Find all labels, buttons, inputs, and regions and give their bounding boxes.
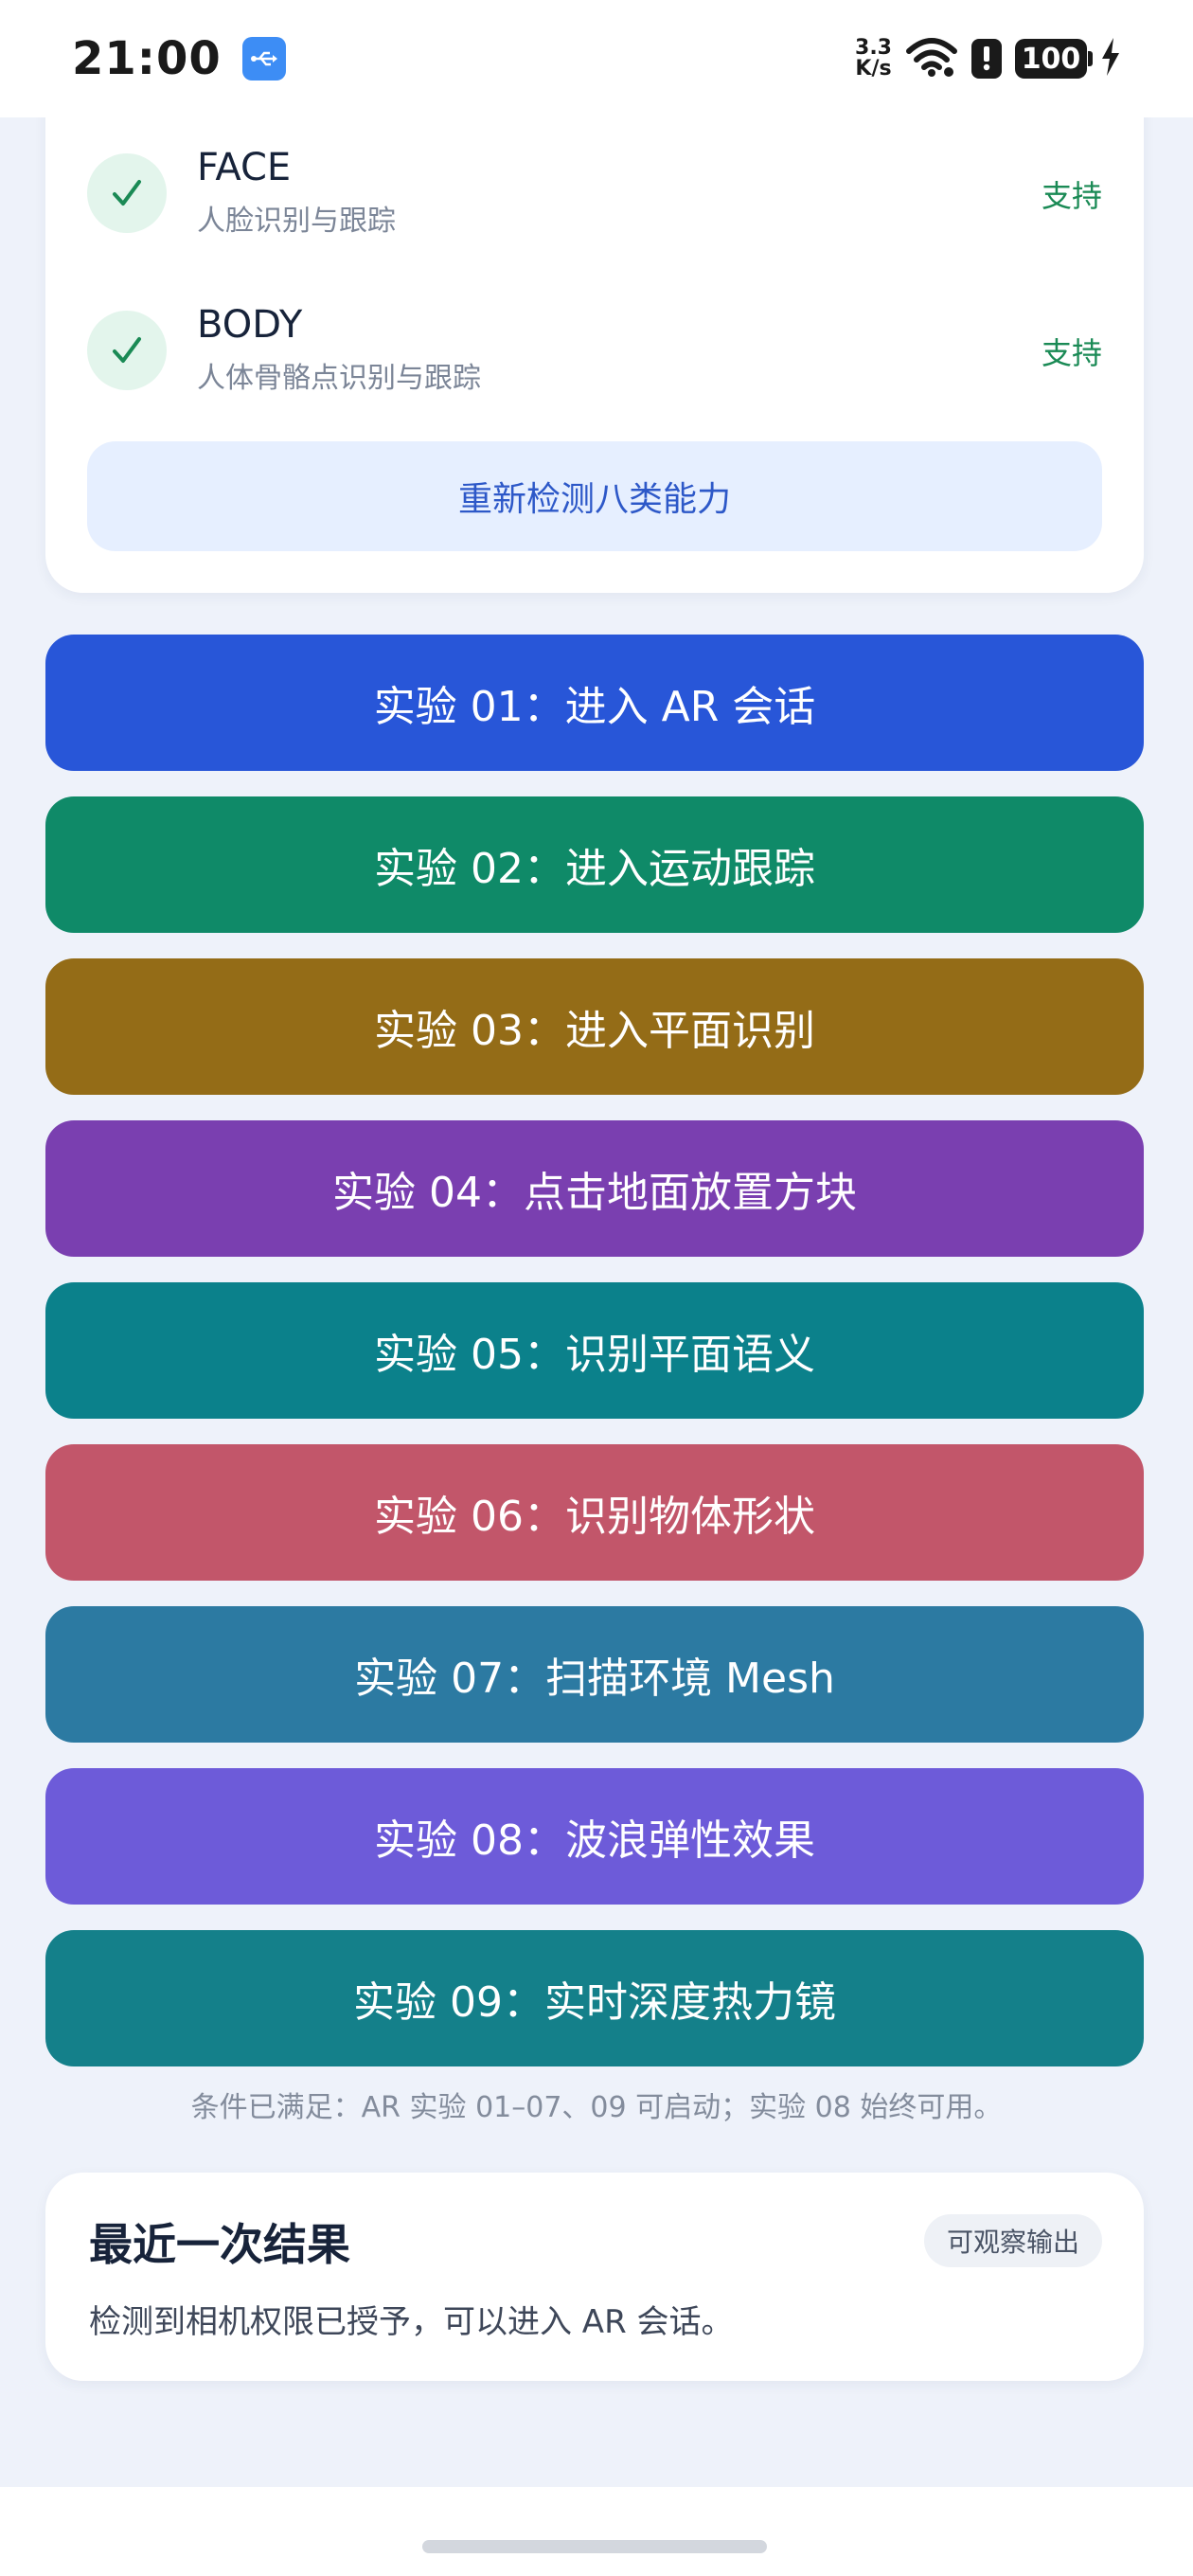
experiment-02-button[interactable]: 实验 02：进入运动跟踪: [45, 796, 1144, 933]
network-speed-value: 3.3: [855, 36, 892, 60]
check-icon: [87, 153, 167, 233]
network-speed: 3.3 K/s: [855, 38, 892, 80]
capability-row-face: FACE 人脸识别与跟踪 支持: [87, 142, 1102, 246]
capability-name: FACE: [197, 146, 292, 189]
experiment-05-button[interactable]: 实验 05：识别平面语义: [45, 1282, 1144, 1419]
home-indicator[interactable]: [422, 2540, 767, 2553]
capability-desc: 人脸识别与跟踪: [197, 205, 396, 238]
app-screen: 21:00 3.3 K/s 100 FACE 人脸识别与跟踪 支持 BODY 人…: [0, 0, 1193, 2576]
status-bar: 21:00 3.3 K/s 100: [0, 0, 1193, 117]
experiment-08-button[interactable]: 实验 08：波浪弹性效果: [45, 1768, 1144, 1905]
alert-icon: [971, 39, 1002, 79]
latest-result-card: 最近一次结果 可观察输出 检测到相机权限已授予，可以进入 AR 会话。: [45, 2173, 1144, 2381]
capability-desc: 人体骨骼点识别与跟踪: [197, 362, 481, 395]
experiment-09-button[interactable]: 实验 09：实时深度热力镜: [45, 1930, 1144, 2066]
experiment-01-button[interactable]: 实验 01：进入 AR 会话: [45, 635, 1144, 771]
capability-status: 支持: [1041, 178, 1102, 214]
experiment-03-button[interactable]: 实验 03：进入平面识别: [45, 958, 1144, 1095]
availability-hint: 条件已满足：AR 实验 01–07、09 可启动；实验 08 始终可用。: [190, 2091, 1003, 2124]
recheck-capabilities-button[interactable]: 重新检测八类能力: [87, 441, 1102, 551]
wifi-icon: [905, 36, 958, 81]
result-title: 最近一次结果: [89, 2219, 350, 2270]
experiment-06-button[interactable]: 实验 06：识别物体形状: [45, 1444, 1144, 1581]
capability-status: 支持: [1041, 335, 1102, 371]
capability-card: FACE 人脸识别与跟踪 支持 BODY 人体骨骼点识别与跟踪 支持 重新检测八…: [45, 85, 1144, 593]
battery-icon: 100: [1015, 39, 1093, 79]
capability-name: BODY: [197, 303, 303, 347]
status-time: 21:00: [72, 32, 222, 85]
experiment-07-button[interactable]: 实验 07：扫描环境 Mesh: [45, 1606, 1144, 1743]
capability-row-body: BODY 人体骨骼点识别与跟踪 支持: [87, 299, 1102, 403]
experiment-04-button[interactable]: 实验 04：点击地面放置方块: [45, 1120, 1144, 1257]
check-icon: [87, 311, 167, 390]
result-badge: 可观察输出: [923, 2214, 1102, 2267]
charging-icon: [1100, 38, 1121, 80]
navigation-bar: [0, 2487, 1193, 2576]
result-text: 检测到相机权限已授予，可以进入 AR 会话。: [89, 2303, 734, 2341]
status-icons: 3.3 K/s 100: [855, 36, 1121, 81]
usb-icon: [241, 37, 286, 80]
network-speed-unit: K/s: [855, 57, 892, 80]
